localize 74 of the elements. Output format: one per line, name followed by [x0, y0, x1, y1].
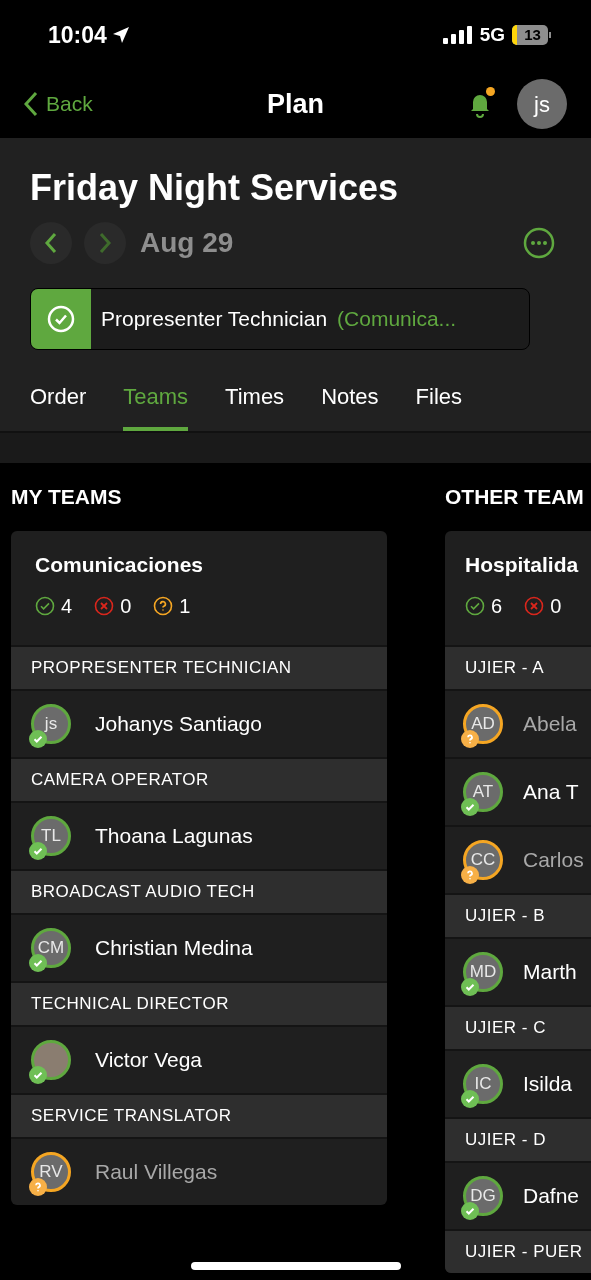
- member-row[interactable]: IC Isilda: [445, 1048, 591, 1117]
- member-name: Johanys Santiago: [95, 710, 262, 737]
- x-circle-icon: [524, 595, 545, 616]
- check-circle-icon: [47, 305, 75, 333]
- position-header: UJIER - B: [445, 892, 591, 937]
- team-name: Comunicaciones: [35, 552, 204, 578]
- member-name: Ana T: [523, 778, 579, 805]
- member-name: Dafne: [523, 1182, 580, 1209]
- position-header: UJIER - A: [445, 644, 591, 689]
- previous-date-button[interactable]: [30, 222, 72, 264]
- avatar: AT: [463, 771, 503, 812]
- battery-icon: 13: [512, 25, 551, 45]
- avatar: IC: [463, 1063, 503, 1104]
- team-name: Hospitalida: [465, 552, 579, 578]
- check-circle-icon: [465, 595, 485, 616]
- x-circle-icon: [94, 595, 115, 616]
- assignment-position: Propresenter Technician: [101, 306, 328, 333]
- column-heading: OTHER TEAM: [445, 484, 585, 511]
- avatar: MD: [463, 951, 503, 992]
- network-label: 5G: [479, 22, 505, 47]
- position-header: CAMERA OPERATOR: [11, 756, 387, 801]
- member-row[interactable]: DG Dafne: [445, 1160, 591, 1229]
- screen-title: Plan: [267, 87, 324, 121]
- signal-icon: [442, 26, 473, 44]
- member-name: Marth: [523, 958, 577, 985]
- avatar: TL: [31, 815, 71, 856]
- position-header: UJIER - PUER: [445, 1228, 591, 1273]
- tab[interactable]: Times: [225, 380, 285, 431]
- member-name: Carlos: [523, 846, 584, 873]
- assignment-team: (Comunica...: [337, 306, 457, 333]
- member-name: Abela: [523, 710, 577, 737]
- member-name: Christian Medina: [95, 934, 253, 961]
- plan-title: Friday Night Services: [30, 166, 400, 210]
- chevron-left-icon: [24, 91, 38, 117]
- count: 6: [491, 593, 503, 619]
- back-button[interactable]: Back: [24, 88, 93, 120]
- position-header: UJIER - C: [445, 1004, 591, 1049]
- tab[interactable]: Notes: [321, 380, 379, 431]
- position-header: PROPRESENTER TECHNICIAN: [11, 644, 387, 689]
- avatar: js: [31, 703, 71, 744]
- member-row[interactable]: AD Abela: [445, 688, 591, 757]
- position-header: BROADCAST AUDIO TECH: [11, 868, 387, 913]
- avatar: AD: [463, 703, 503, 744]
- avatar: RV: [31, 1151, 71, 1192]
- more-icon[interactable]: [523, 227, 555, 259]
- plan-date: Aug 29: [140, 226, 234, 260]
- member-name: Raul Villegas: [95, 1158, 218, 1185]
- check-circle-icon: [35, 595, 55, 616]
- assignment-banner[interactable]: Propresenter Technician (Comunica...: [30, 288, 530, 350]
- count: 0: [120, 593, 132, 619]
- position-header: UJIER - D: [445, 1116, 591, 1161]
- chevron-left-icon: [44, 232, 58, 254]
- avatar: DG: [463, 1175, 503, 1216]
- member-name: Victor Vega: [95, 1046, 203, 1073]
- member-row[interactable]: AT Ana T: [445, 756, 591, 825]
- chevron-right-icon: [98, 232, 112, 254]
- profile-avatar[interactable]: js: [517, 79, 567, 129]
- column-heading: MY TEAMS: [11, 484, 123, 511]
- count: 0: [550, 593, 562, 619]
- member-row[interactable]: MD Marth: [445, 936, 591, 1005]
- member-name: Isilda: [523, 1070, 573, 1097]
- question-circle-icon: [153, 595, 174, 616]
- position-header: SERVICE TRANSLATOR: [11, 1092, 387, 1137]
- tab[interactable]: Files: [415, 380, 463, 431]
- member-name: Thoana Lagunas: [95, 822, 253, 849]
- member-row[interactable]: CC Carlos: [445, 824, 591, 893]
- count: 4: [61, 593, 73, 619]
- position-header: TECHNICAL DIRECTOR: [11, 980, 387, 1025]
- member-row[interactable]: RV Raul Villegas: [11, 1136, 387, 1205]
- avatar: CM: [31, 927, 71, 968]
- clock: 10:04: [48, 20, 107, 50]
- tab[interactable]: Order: [30, 380, 87, 431]
- avatar: CC: [463, 839, 503, 880]
- count: 1: [179, 593, 191, 619]
